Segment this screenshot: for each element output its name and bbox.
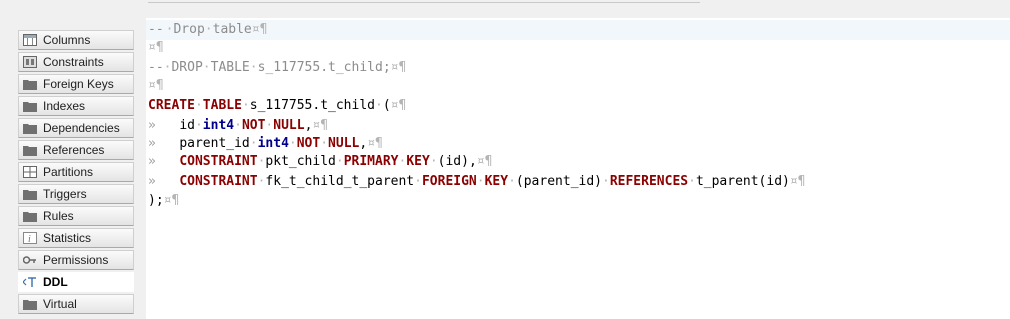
tab-marker: » <box>148 154 156 169</box>
sidebar-item-label: Permissions <box>43 253 109 267</box>
sidebar-item-label: Statistics <box>43 231 92 245</box>
keyword: NULL <box>273 118 305 133</box>
data-type: int4 <box>202 118 235 133</box>
code-line-1: -- ·Drop·table¤¶ <box>146 20 1010 40</box>
columns-icon <box>23 34 37 46</box>
constraint-name: fk_t_child_t_parent <box>265 174 415 189</box>
key-columns: (parent_id) <box>515 174 602 189</box>
sidebar-item-indexes[interactable]: Indexes <box>18 96 134 116</box>
sidebar-item-label: Constraints <box>43 55 104 69</box>
info-icon: i <box>23 232 37 244</box>
tab-strip <box>148 0 700 3</box>
keyword: NOT <box>241 118 266 133</box>
key-columns: (id), <box>437 154 477 169</box>
code-line-2: ¤¶ <box>148 38 164 58</box>
folder-icon <box>23 78 37 90</box>
keyword: KEY <box>406 154 430 169</box>
eol-marker: ¤¶ <box>390 98 407 113</box>
toolbar-area <box>0 0 1010 18</box>
ddl-icon <box>23 276 37 288</box>
sidebar-item-partitions[interactable]: Partitions <box>18 162 134 182</box>
eol-marker: ¤¶ <box>789 174 806 189</box>
folder-icon <box>23 210 37 222</box>
comment-text: -- ·Drop·table <box>148 22 252 37</box>
folder-icon <box>23 144 37 156</box>
code-line-7: » parent_id·int4·NOT·NULL,¤¶ <box>148 136 383 151</box>
keyword: TABLE <box>202 98 242 113</box>
keyword: FOREIGN <box>421 174 477 189</box>
data-type: int4 <box>257 136 289 151</box>
sidebar-item-label: Triggers <box>43 187 87 201</box>
eol-marker: ¤¶ <box>163 193 180 208</box>
folder-icon <box>23 298 37 310</box>
tab-marker: » <box>148 118 156 133</box>
code-line-3: --·DROP·TABLE·s_117755.t_child;¤¶ <box>148 58 406 78</box>
column-name: parent_id <box>179 136 250 151</box>
sidebar-item-label: Dependencies <box>43 121 120 135</box>
closing-paren: ); <box>148 193 164 208</box>
keyword: REFERENCES <box>609 174 689 189</box>
code-line-4: ¤¶ <box>148 76 164 96</box>
sidebar-item-columns[interactable]: Columns <box>18 30 134 50</box>
sidebar-item-rules[interactable]: Rules <box>18 206 134 226</box>
keyword: NULL <box>328 136 360 151</box>
constraint-name: pkt_child <box>265 154 336 169</box>
sidebar-item-ddl[interactable]: DDL <box>18 272 134 292</box>
sidebar-item-label: Columns <box>43 33 91 47</box>
keyword: CREATE <box>148 98 195 113</box>
sidebar-item-triggers[interactable]: Triggers <box>18 184 134 204</box>
svg-text:i: i <box>28 234 31 244</box>
sidebar-item-label: Indexes <box>43 99 86 113</box>
eol-marker: ¤¶ <box>312 118 329 133</box>
column-name: id <box>179 118 195 133</box>
folder-icon <box>23 188 37 200</box>
ddl-editor[interactable]: -- ·Drop·table¤¶ ¤¶ --·DROP·TABLE·s_11775… <box>146 18 1010 319</box>
sidebar-item-label: Foreign Keys <box>43 77 114 91</box>
sidebar-item-virtual[interactable]: Virtual <box>18 294 134 314</box>
object-tabs-sidebar: Columns Constraints Foreign Keys Indexes… <box>18 30 136 319</box>
tab-marker: » <box>148 136 156 151</box>
keyword: CONSTRAINT <box>179 154 258 169</box>
code-line-10: );¤¶ <box>148 191 179 211</box>
sidebar-item-label: Partitions <box>43 165 94 179</box>
sidebar-item-references[interactable]: References <box>18 140 134 160</box>
eol-marker: ¤¶ <box>251 22 268 37</box>
sidebar-item-constraints[interactable]: Constraints <box>18 52 134 72</box>
eol-marker: ¤¶ <box>148 40 164 55</box>
sidebar-item-statistics[interactable]: i Statistics <box>18 228 134 248</box>
code-line-5: CREATE·TABLE·s_117755.t_child·(¤¶ <box>148 98 407 113</box>
key-icon <box>23 254 37 266</box>
keyword: KEY <box>484 174 509 189</box>
folder-icon <box>23 100 37 112</box>
keyword: CONSTRAINT <box>179 174 258 189</box>
sidebar-item-label: Rules <box>43 209 74 223</box>
keyword: NOT <box>296 136 321 151</box>
constraints-icon <box>23 56 37 68</box>
code-line-6: » id·int4·NOT·NULL,¤¶ <box>148 118 329 133</box>
code-line-8: » CONSTRAINT·pkt_child·PRIMARY·KEY·(id),… <box>148 154 493 169</box>
eol-marker: ¤¶ <box>367 136 383 151</box>
partitions-icon <box>23 166 37 178</box>
folder-icon <box>23 122 37 134</box>
sidebar-item-label: References <box>43 143 105 157</box>
sidebar-item-dependencies[interactable]: Dependencies <box>18 118 134 138</box>
eol-marker: ¤¶ <box>390 60 407 75</box>
keyword: PRIMARY <box>343 154 399 169</box>
sidebar-item-permissions[interactable]: Permissions <box>18 250 134 270</box>
sidebar-item-label: DDL <box>43 275 68 289</box>
eol-marker: ¤¶ <box>148 78 164 93</box>
comma: , <box>359 136 368 151</box>
comment-text: --·DROP·TABLE·s_117755.t_child; <box>148 60 391 75</box>
sidebar-item-foreign-keys[interactable]: Foreign Keys <box>18 74 134 94</box>
tab-marker: » <box>148 174 156 189</box>
referenced-table: t_parent(id) <box>695 174 790 189</box>
table-name: s_117755.t_child <box>249 98 375 113</box>
sidebar-item-label: Virtual <box>43 297 77 311</box>
code-line-9: » CONSTRAINT·fk_t_child_t_parent·FOREIGN… <box>148 174 806 189</box>
eol-marker: ¤¶ <box>476 154 493 169</box>
paren: ( <box>382 98 391 113</box>
